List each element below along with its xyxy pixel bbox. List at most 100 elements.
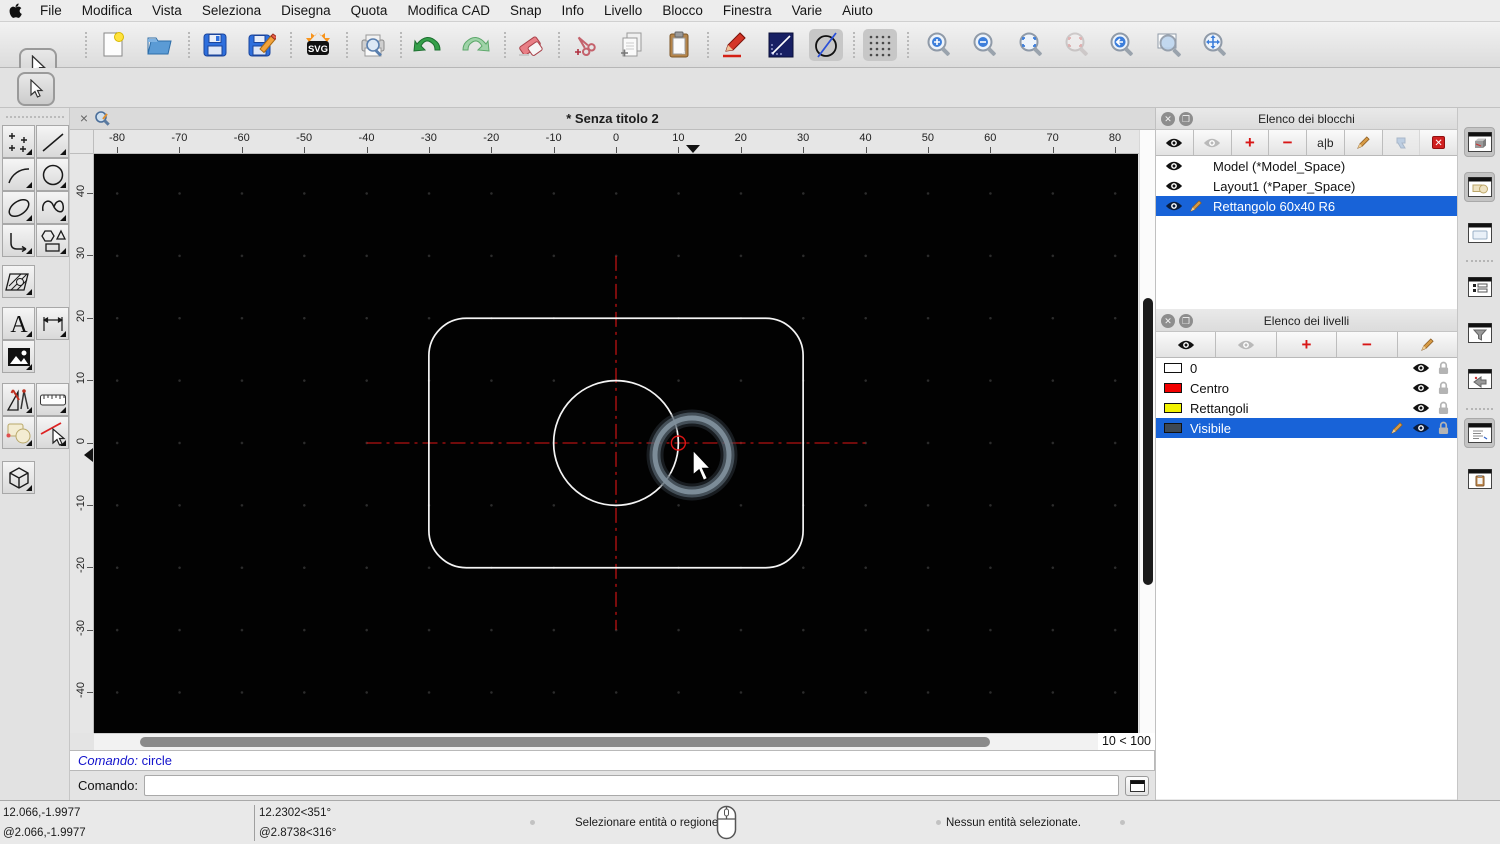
layer-visibility-icon[interactable] — [1412, 422, 1430, 434]
zoom-out-button[interactable] — [968, 29, 1002, 61]
print-preview-button[interactable] — [356, 29, 390, 61]
viewports-panel-toggle[interactable] — [1464, 364, 1495, 394]
hide-all-blocks-button[interactable] — [1194, 130, 1232, 155]
library-browser-panel-toggle[interactable] — [1464, 218, 1495, 248]
menu-seleziona[interactable]: Seleziona — [192, 3, 271, 18]
undo-button[interactable] — [411, 29, 445, 61]
layer-color-swatch[interactable] — [1164, 423, 1182, 433]
draw-tools-button[interactable] — [717, 29, 751, 61]
image-tool-button[interactable] — [2, 340, 35, 373]
cut-button[interactable] — [568, 29, 602, 61]
vertical-scrollbar[interactable] — [1139, 130, 1155, 750]
layer-lock-icon[interactable] — [1438, 381, 1449, 395]
block-visibility-icon[interactable] — [1165, 180, 1185, 192]
zoom-previous-button[interactable] — [1105, 29, 1139, 61]
points-tool-button[interactable] — [2, 125, 35, 158]
selection-tool-button[interactable] — [2, 416, 35, 449]
layer-visibility-icon[interactable] — [1412, 362, 1430, 374]
menu-livello[interactable]: Livello — [594, 3, 652, 18]
layer-lock-icon[interactable] — [1438, 421, 1449, 435]
zoom-window-button[interactable] — [1152, 29, 1186, 61]
horizontal-scrollbar[interactable] — [94, 733, 1098, 750]
menu-file[interactable]: File — [30, 3, 72, 18]
measure-tool-button[interactable] — [36, 383, 69, 416]
command-options-button[interactable] — [1125, 776, 1149, 796]
drawing-canvas[interactable] — [94, 154, 1138, 733]
svg-export-button[interactable]: SVG — [301, 29, 335, 61]
grid-toggle-button[interactable] — [863, 29, 897, 61]
block-list-panel-toggle[interactable] — [1464, 127, 1495, 157]
menu-modifica-cad[interactable]: Modifica CAD — [397, 3, 500, 18]
circle-tool-button[interactable] — [36, 158, 69, 191]
modify-tool-button[interactable] — [2, 383, 35, 416]
menu-vista[interactable]: Vista — [142, 3, 192, 18]
delete-button[interactable] — [513, 29, 547, 61]
block-row[interactable]: Layout1 (*Paper_Space) — [1156, 176, 1457, 196]
layer-list-panel-toggle[interactable] — [1464, 272, 1495, 302]
show-all-blocks-button[interactable] — [1156, 130, 1194, 155]
shape-tool-button[interactable] — [36, 224, 69, 257]
block-visibility-icon[interactable] — [1165, 200, 1185, 212]
hatch-tool-button[interactable] — [2, 265, 35, 298]
menu-snap[interactable]: Snap — [500, 3, 552, 18]
command-line-panel-toggle[interactable] — [1464, 418, 1495, 448]
menu-varie[interactable]: Varie — [782, 3, 833, 18]
menu-quota[interactable]: Quota — [341, 3, 398, 18]
dimension-tool-button[interactable] — [36, 307, 69, 340]
circle-tools-button[interactable] — [809, 29, 843, 61]
redo-button[interactable] — [458, 29, 492, 61]
layer-row[interactable]: Rettangoli — [1156, 398, 1457, 418]
menu-finestra[interactable]: Finestra — [713, 3, 782, 18]
pan-button[interactable] — [1198, 29, 1232, 61]
layer-color-swatch[interactable] — [1164, 383, 1182, 393]
remove-layer-button[interactable]: − — [1337, 332, 1397, 357]
apple-menu-icon[interactable] — [0, 3, 30, 18]
menu-info[interactable]: Info — [552, 3, 595, 18]
polyline-tool-button[interactable] — [2, 224, 35, 257]
show-all-layers-button[interactable] — [1156, 332, 1216, 357]
zoom-in-button[interactable] — [922, 29, 956, 61]
ellipse-tool-button[interactable] — [2, 191, 35, 224]
spline-tool-button[interactable] — [36, 191, 69, 224]
layer-visibility-icon[interactable] — [1412, 382, 1430, 394]
hide-all-layers-button[interactable] — [1216, 332, 1276, 357]
new-document-button[interactable] — [96, 29, 130, 61]
save-button[interactable] — [198, 29, 232, 61]
layer-lock-icon[interactable] — [1438, 361, 1449, 375]
arc-tool-button[interactable] — [2, 158, 35, 191]
block-row[interactable]: Model (*Model_Space) — [1156, 156, 1457, 176]
property-editor-panel-toggle[interactable] — [1464, 172, 1495, 202]
open-file-button[interactable] — [143, 29, 177, 61]
layer-color-swatch[interactable] — [1164, 363, 1182, 373]
layer-visibility-icon[interactable] — [1412, 402, 1430, 414]
vertical-scrollbar-thumb[interactable] — [1143, 298, 1153, 585]
add-layer-button[interactable]: + — [1277, 332, 1337, 357]
insert-block-button[interactable] — [1383, 130, 1421, 155]
zoom-selection-button[interactable] — [1060, 29, 1094, 61]
layer-row[interactable]: Visibile — [1156, 418, 1457, 438]
menu-disegna[interactable]: Disegna — [271, 3, 341, 18]
menu-aiuto[interactable]: Aiuto — [832, 3, 883, 18]
layer-edit-icon[interactable] — [1390, 421, 1404, 435]
block-row[interactable]: Rettangolo 60x40 R6 — [1156, 196, 1457, 216]
layer-color-swatch[interactable] — [1164, 403, 1182, 413]
add-block-button[interactable]: + — [1232, 130, 1270, 155]
selection-filter-panel-toggle[interactable] — [1464, 318, 1495, 348]
horizontal-scrollbar-thumb[interactable] — [140, 737, 990, 747]
copy-button[interactable] — [615, 29, 649, 61]
paste-button[interactable] — [662, 29, 696, 61]
edit-block-button[interactable] — [1345, 130, 1383, 155]
block-visibility-icon[interactable] — [1165, 160, 1185, 172]
text-tool-button[interactable]: A — [2, 307, 35, 340]
layer-lock-icon[interactable] — [1438, 401, 1449, 415]
viewport-3d-tool-button[interactable] — [2, 461, 35, 494]
clipboard-panel-toggle[interactable] — [1464, 464, 1495, 494]
zoom-auto-button[interactable] — [1014, 29, 1048, 61]
command-input[interactable] — [144, 775, 1119, 796]
palette-selection-button[interactable] — [17, 72, 55, 106]
menu-modifica[interactable]: Modifica — [72, 3, 142, 18]
line-tools-button[interactable] — [764, 29, 798, 61]
rename-block-button[interactable]: a|b — [1307, 130, 1345, 155]
menu-blocco[interactable]: Blocco — [652, 3, 713, 18]
save-as-button[interactable] — [245, 29, 279, 61]
